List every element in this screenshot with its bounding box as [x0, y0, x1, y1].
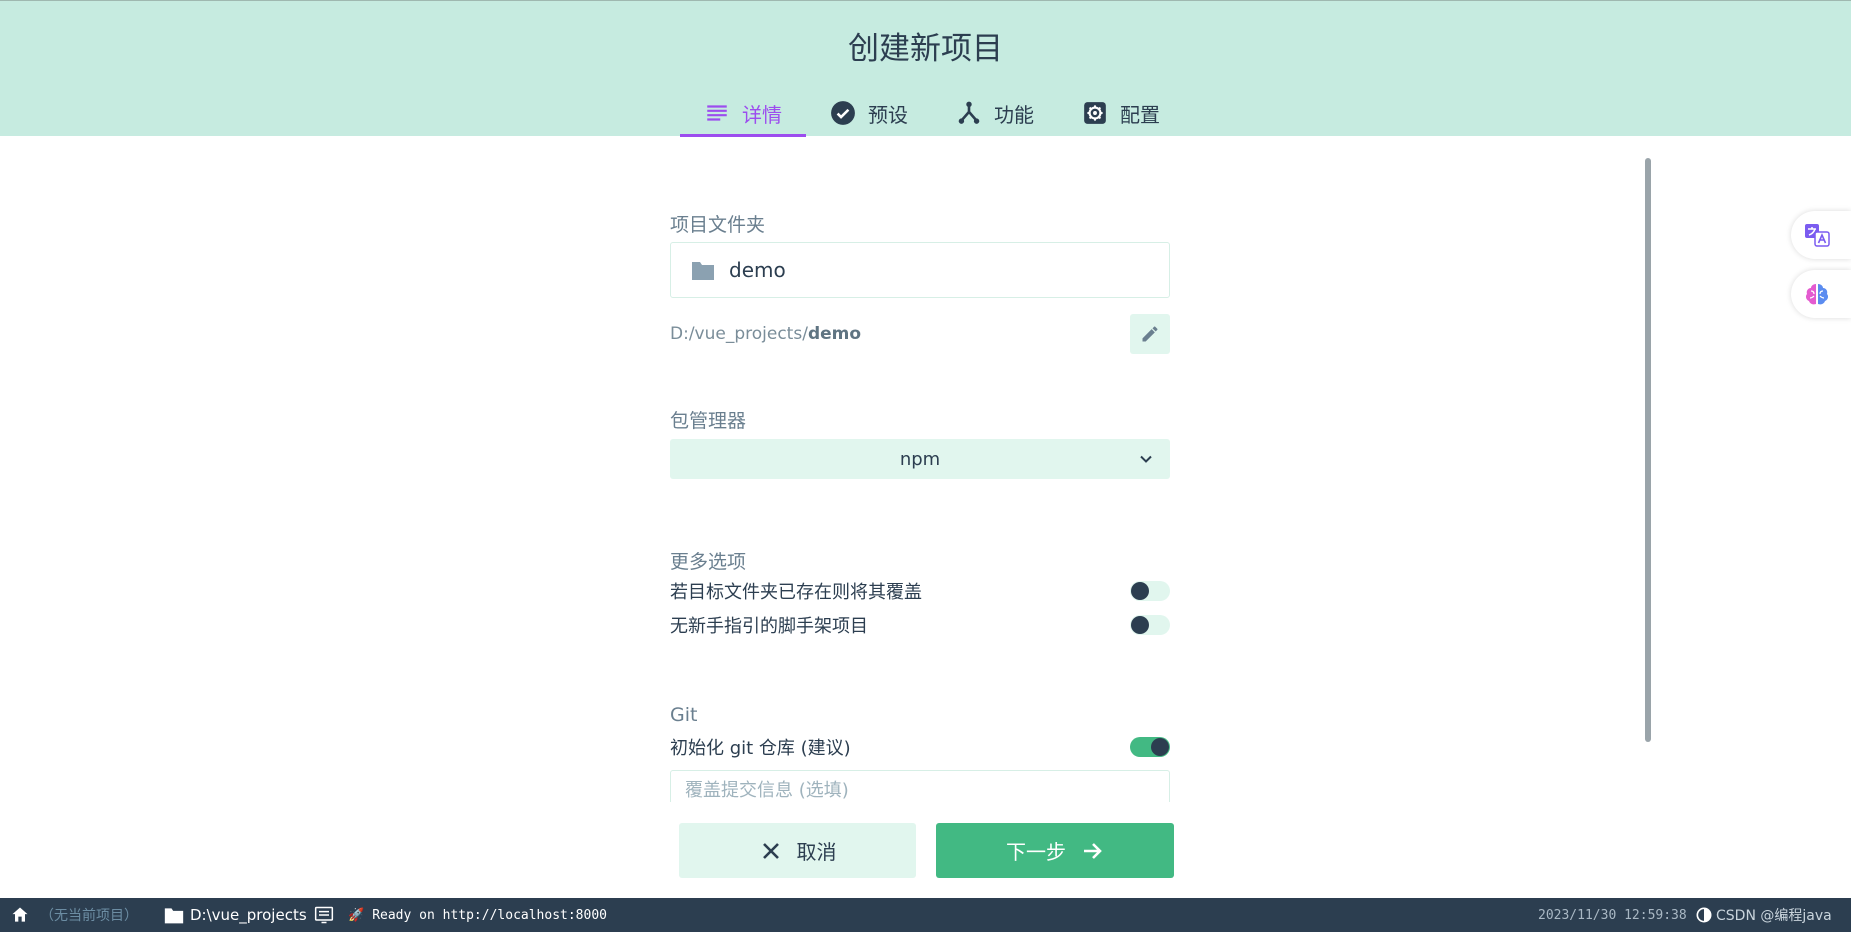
next-button[interactable]: 下一步 [936, 823, 1174, 878]
translate-icon [1805, 224, 1830, 247]
tab-config[interactable]: 配置 [1058, 89, 1184, 137]
csdn-watermark: CSDN @编程java [1716, 908, 1832, 924]
cwd-button[interactable]: D:\vue_projects [164, 898, 307, 932]
tab-features[interactable]: 功能 [932, 89, 1058, 137]
log-message: 🚀 Ready on http://localhost:8000 [348, 898, 607, 932]
package-manager-label: 包管理器 [670, 410, 747, 432]
folder-path: D:/vue_projects/demo [670, 314, 1170, 354]
git-init-toggle[interactable] [1130, 737, 1170, 757]
home-button[interactable] [10, 898, 30, 932]
commit-message-input[interactable] [670, 770, 1170, 802]
close-icon [762, 842, 779, 859]
ai-brain-widget[interactable] [1791, 270, 1851, 318]
status-bar: （无当前项目） D:\vue_projects 🚀 Ready on http:… [0, 898, 1851, 932]
git-init-label: 初始化 git 仓库 (建议) [670, 738, 851, 759]
log-text: Ready on http://localhost:8000 [372, 907, 607, 923]
bare-scaffold-option: 无新手指引的脚手架项目 [670, 610, 1170, 640]
contrast-icon [1696, 907, 1712, 923]
page-title: 创建新项目 [848, 31, 1003, 67]
force-overwrite-option: 若目标文件夹已存在则将其覆盖 [670, 576, 1170, 606]
chevron-down-icon [1140, 455, 1152, 463]
tab-label: 功能 [994, 102, 1034, 127]
tab-details[interactable]: 详情 [680, 89, 806, 137]
more-options-label: 更多选项 [670, 551, 747, 573]
cwd-path: D:\vue_projects [190, 906, 307, 924]
check-circle-icon [831, 101, 855, 125]
toggle-knob [1131, 582, 1149, 600]
cancel-label: 取消 [796, 840, 837, 864]
folder-name-value: demo [729, 258, 786, 282]
tab-bar: 详情 预设 功能 配置 [680, 89, 1184, 137]
force-overwrite-toggle[interactable] [1130, 581, 1170, 601]
package-manager-value: npm [899, 448, 941, 470]
cancel-button[interactable]: 取消 [679, 823, 916, 878]
arrow-right-icon [1084, 842, 1102, 859]
tab-label: 预设 [868, 102, 908, 127]
folder-icon [164, 908, 184, 924]
tab-presets[interactable]: 预设 [806, 89, 932, 137]
console-icon [314, 906, 334, 924]
list-icon [707, 105, 727, 121]
bare-scaffold-toggle[interactable] [1130, 615, 1170, 635]
folder-icon [692, 262, 714, 280]
rocket-icon: 🚀 [348, 907, 365, 923]
current-project[interactable]: （无当前项目） [40, 898, 138, 932]
translate-widget[interactable] [1791, 211, 1851, 259]
folder-name-input[interactable]: demo [670, 242, 1170, 298]
path-name: demo [807, 324, 862, 344]
folder-section-label: 项目文件夹 [670, 214, 766, 236]
path-prefix: D:/vue_projects/ [670, 324, 808, 344]
theme-toggle-button[interactable] [1694, 898, 1714, 932]
tab-label: 详情 [742, 102, 782, 127]
toggle-knob [1151, 738, 1169, 756]
package-manager-select[interactable]: npm [670, 439, 1170, 479]
fork-icon [958, 101, 980, 124]
scrollbar[interactable] [1645, 158, 1651, 742]
tab-label: 配置 [1120, 102, 1160, 127]
pencil-icon [1142, 326, 1158, 342]
git-section-label: Git [670, 704, 698, 726]
edit-path-button[interactable] [1130, 314, 1170, 354]
log-timestamp: 2023/11/30 12:59:38 [1538, 907, 1687, 923]
brain-icon [1805, 284, 1829, 305]
force-overwrite-label: 若目标文件夹已存在则将其覆盖 [670, 582, 922, 603]
bare-scaffold-label: 无新手指引的脚手架项目 [670, 616, 868, 637]
project-form: 项目文件夹 demo D:/vue_projects/demo 包管理器 npm… [670, 136, 1170, 802]
console-log-button[interactable] [314, 898, 334, 932]
toggle-knob [1131, 616, 1149, 634]
git-init-option: 初始化 git 仓库 (建议) [670, 732, 1170, 762]
home-icon [12, 907, 28, 922]
next-label: 下一步 [1006, 840, 1066, 864]
gear-icon [1084, 102, 1106, 124]
header: 创建新项目 详情 预设 功能 配置 [0, 0, 1851, 137]
